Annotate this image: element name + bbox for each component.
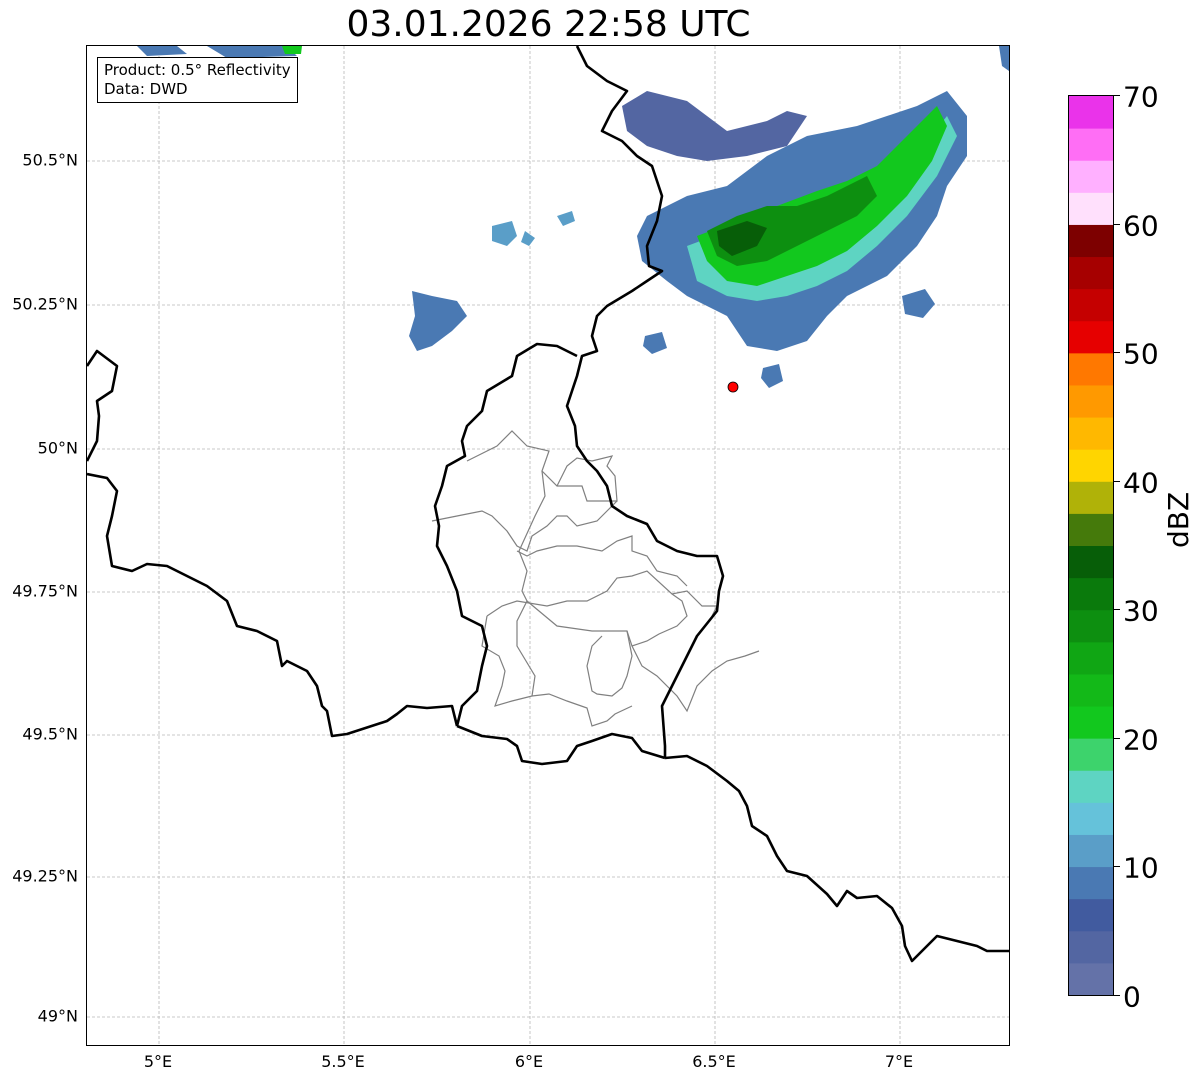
lon-tick-label: 6.5°E xyxy=(692,1052,736,1071)
colorbar-segment xyxy=(1069,834,1113,868)
colorbar-segment xyxy=(1069,738,1113,771)
product-label: Product: 0.5° Reflectivity xyxy=(104,61,291,79)
colorbar-tick xyxy=(1114,995,1120,996)
radar-site-marker[interactable] xyxy=(727,381,739,393)
lon-tick-label: 5°E xyxy=(143,1052,173,1071)
canton-line-5 xyxy=(486,570,718,617)
echo-east-cell xyxy=(902,289,935,318)
colorbar-segment xyxy=(1069,802,1113,835)
colorbar-tick xyxy=(1114,738,1120,739)
colorbar-tick-label: 60 xyxy=(1123,209,1159,243)
colorbar-tick-label: 10 xyxy=(1123,851,1159,885)
canton-line-9 xyxy=(631,593,688,647)
lat-tick-label: 50°N xyxy=(37,438,78,458)
canton-line-4 xyxy=(516,470,546,697)
border-lu-be xyxy=(433,342,578,727)
colorbar-tick-label: 0 xyxy=(1123,980,1141,1014)
lon-tick-label: 5.5°E xyxy=(321,1052,365,1071)
colorbar-segment xyxy=(1069,320,1113,354)
colorbar-segment xyxy=(1069,96,1113,129)
colorbar-segment xyxy=(1069,673,1113,707)
colorbar-tick-label: 20 xyxy=(1123,723,1159,757)
colorbar-segment xyxy=(1069,128,1113,161)
colorbar-segment xyxy=(1069,481,1113,514)
colorbar-segment xyxy=(1069,449,1113,482)
colorbar-segment xyxy=(1069,384,1113,418)
product-info-box: Product: 0.5° Reflectivity Data: DWD xyxy=(97,57,298,103)
lon-tick-label: 6°E xyxy=(514,1052,544,1071)
colorbar-segment xyxy=(1069,609,1113,643)
colorbar-tick-label: 70 xyxy=(1123,80,1159,114)
lat-tick-label: 50.5°N xyxy=(22,150,78,170)
lat-tick-label: 50.25°N xyxy=(12,294,78,314)
lat-tick-label: 49.25°N xyxy=(12,866,78,886)
colorbar-tick xyxy=(1114,224,1120,225)
colorbar-segment xyxy=(1069,898,1113,932)
colorbar-segment xyxy=(1069,417,1113,450)
colorbar-segment xyxy=(1069,545,1113,579)
lat-tick-label: 49.75°N xyxy=(12,581,78,601)
canton-line-2 xyxy=(431,500,618,552)
colorbar-segment xyxy=(1069,256,1113,290)
colorbar-tick xyxy=(1114,481,1120,482)
border-fr-de xyxy=(664,754,1009,963)
canton-line-8 xyxy=(586,630,633,697)
data-source-label: Data: DWD xyxy=(104,80,188,98)
colorbar-segment xyxy=(1069,930,1113,964)
colorbar-tick xyxy=(1114,609,1120,610)
colorbar-segment xyxy=(1069,866,1113,900)
colorbar xyxy=(1068,95,1114,996)
border-lu-fr xyxy=(456,724,666,766)
echo-west-cells xyxy=(409,291,467,351)
canton-line-1 xyxy=(466,430,618,502)
colorbar-tick-label: 50 xyxy=(1123,337,1159,371)
lat-tick-label: 49.5°N xyxy=(22,724,78,744)
colorbar-tick-label: 30 xyxy=(1123,594,1159,628)
canton-line-7 xyxy=(481,615,633,727)
echo-nw-green xyxy=(282,46,302,54)
colorbar-segment xyxy=(1069,577,1113,611)
colorbar-segment xyxy=(1069,288,1113,322)
colorbar-tick xyxy=(1114,352,1120,353)
radar-map[interactable] xyxy=(86,45,1010,1046)
border-fr-be xyxy=(87,349,459,738)
colorbar-segment xyxy=(1069,706,1113,739)
colorbar-tick xyxy=(1114,866,1120,867)
colorbar-segment xyxy=(1069,962,1113,995)
map-title: 03.01.2026 22:58 UTC xyxy=(346,4,751,45)
admin-borders xyxy=(431,430,760,727)
colorbar-segment xyxy=(1069,192,1113,225)
map-canvas xyxy=(87,46,1009,1045)
colorbar-segment xyxy=(1069,352,1113,386)
colorbar-segment xyxy=(1069,160,1113,193)
colorbar-tick-label: 40 xyxy=(1123,466,1159,500)
colorbar-segment xyxy=(1069,770,1113,803)
colorbar-segment xyxy=(1069,224,1113,258)
colorbar-unit-label: dBZ xyxy=(1162,491,1195,548)
colorbar-segment xyxy=(1069,513,1113,546)
lon-tick-label: 7°E xyxy=(884,1052,914,1071)
colorbar-tick xyxy=(1114,95,1120,96)
canton-line-6 xyxy=(526,600,760,713)
colorbar-segment xyxy=(1069,641,1113,675)
echo-small-cells xyxy=(492,211,575,246)
lat-tick-label: 49°N xyxy=(37,1006,78,1026)
